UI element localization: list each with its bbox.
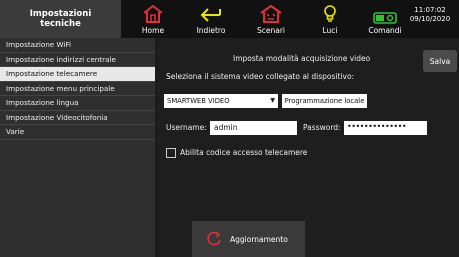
- access-code-label: Abilita codice accesso telecamere: [180, 148, 308, 157]
- scenarios-house-icon: [260, 4, 282, 23]
- toggle-switch-icon: [373, 12, 397, 24]
- password-input[interactable]: ••••••••••••••: [344, 121, 427, 135]
- home-button[interactable]: Home: [131, 0, 175, 38]
- scenarios-label: Scenari: [256, 26, 285, 35]
- lightbulb-icon: [324, 5, 336, 22]
- commands-label: Comandi: [368, 26, 402, 35]
- sidebar-item-language[interactable]: Impostazione lingua: [0, 96, 155, 111]
- sidebar-item-central-address[interactable]: Impostazione indirizzi centrale: [0, 53, 155, 67]
- commands-button[interactable]: Comandi: [363, 0, 407, 38]
- page-title: Imposta modalità acquisizione video: [233, 54, 371, 63]
- access-code-checkbox[interactable]: [166, 148, 176, 158]
- sidebar-item-main-menu[interactable]: Impostazione menu principale: [0, 82, 155, 96]
- update-label: Aggiornamento: [230, 234, 288, 244]
- section-title: Impostazioni tecniche: [0, 0, 121, 38]
- update-button[interactable]: Aggiornamento: [192, 221, 305, 257]
- clock-time: 11:07:02: [414, 6, 446, 14]
- refresh-icon: [207, 231, 221, 246]
- username-input[interactable]: admin: [210, 121, 297, 135]
- home-label: Home: [141, 26, 165, 35]
- save-button[interactable]: Salva: [423, 50, 457, 72]
- top-bar: Impostazioni tecniche Home Indietro Scen…: [0, 0, 459, 38]
- local-programming-button[interactable]: Programmazione locale: [282, 94, 367, 108]
- dropdown-arrow-icon: ▼: [270, 97, 275, 104]
- back-label: Indietro: [196, 26, 226, 35]
- sidebar: Impostazione WiFi Impostazione indirizzi…: [0, 38, 155, 257]
- video-system-label: Seleziona il sistema video collegato al …: [166, 72, 355, 81]
- back-arrow-icon: [200, 8, 221, 22]
- clock: 11:07:02 09/10/2020: [404, 6, 456, 24]
- sidebar-item-video-intercom[interactable]: Impostazione Videocitofonia: [0, 111, 155, 125]
- back-button[interactable]: Indietro: [189, 0, 233, 38]
- video-system-value: SMARTWEB VIDEO: [167, 97, 230, 105]
- clock-date: 09/10/2020: [409, 15, 451, 23]
- username-label: Username:: [166, 123, 207, 132]
- scenarios-button[interactable]: Scenari: [249, 0, 293, 38]
- home-icon: [143, 4, 163, 23]
- password-label: Password:: [303, 123, 341, 132]
- sidebar-item-misc[interactable]: Varie: [0, 125, 155, 140]
- lights-button[interactable]: Luci: [308, 0, 352, 38]
- sidebar-item-wifi[interactable]: Impostazione WiFi: [0, 38, 155, 53]
- lights-label: Luci: [322, 26, 338, 35]
- video-system-select[interactable]: SMARTWEB VIDEO ▼: [164, 94, 278, 108]
- sidebar-item-cameras[interactable]: Impostazione telecamere: [0, 67, 155, 82]
